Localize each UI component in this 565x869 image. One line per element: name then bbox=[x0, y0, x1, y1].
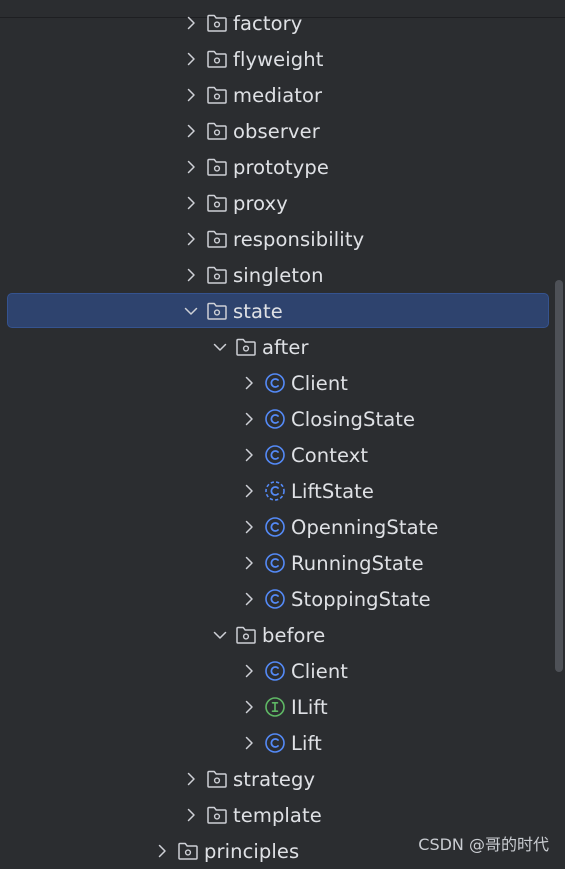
tree-row-client[interactable]: Client bbox=[0, 365, 565, 401]
tree-row-label: Client bbox=[291, 659, 349, 683]
tree-row-prototype[interactable]: prototype bbox=[0, 149, 565, 185]
class-icon bbox=[263, 659, 287, 683]
interface-icon bbox=[263, 695, 287, 719]
tree-row-context[interactable]: Context bbox=[0, 437, 565, 473]
package-folder-icon bbox=[205, 299, 229, 323]
chevron-right-icon[interactable] bbox=[181, 805, 201, 825]
tree-row-label: before bbox=[262, 623, 326, 647]
tree-row-label: StoppingState bbox=[291, 587, 431, 611]
chevron-right-icon[interactable] bbox=[152, 841, 172, 861]
chevron-right-icon[interactable] bbox=[239, 589, 259, 609]
chevron-right-icon[interactable] bbox=[239, 697, 259, 717]
tree-row-label: mediator bbox=[233, 83, 323, 107]
chevron-right-icon[interactable] bbox=[239, 373, 259, 393]
class-icon bbox=[263, 551, 287, 575]
chevron-right-icon[interactable] bbox=[181, 769, 201, 789]
tree-row-factory[interactable]: factory bbox=[0, 5, 565, 41]
chevron-right-icon[interactable] bbox=[181, 13, 201, 33]
package-folder-icon bbox=[205, 803, 229, 827]
tree-row-strategy[interactable]: strategy bbox=[0, 761, 565, 797]
chevron-down-icon[interactable] bbox=[181, 301, 201, 321]
tree-row-label: proxy bbox=[233, 191, 288, 215]
tree-row-state[interactable]: state bbox=[0, 293, 565, 329]
tree-row-proxy[interactable]: proxy bbox=[0, 185, 565, 221]
package-folder-icon bbox=[205, 263, 229, 287]
chevron-down-icon[interactable] bbox=[210, 625, 230, 645]
class-icon bbox=[263, 371, 287, 395]
tree-row-label: principles bbox=[204, 839, 300, 863]
tree-row-lift[interactable]: Lift bbox=[0, 725, 565, 761]
chevron-right-icon[interactable] bbox=[181, 265, 201, 285]
project-tree[interactable]: factory flyweight mediator observer prototyp… bbox=[0, 0, 565, 864]
class-icon bbox=[263, 587, 287, 611]
abstract-class-icon bbox=[263, 479, 287, 503]
vertical-scrollbar[interactable] bbox=[555, 280, 563, 672]
tree-row-runningstate[interactable]: RunningState bbox=[0, 545, 565, 581]
package-folder-icon bbox=[205, 191, 229, 215]
chevron-right-icon[interactable] bbox=[239, 553, 259, 573]
chevron-right-icon[interactable] bbox=[181, 157, 201, 177]
tree-row-ilift[interactable]: ILift bbox=[0, 689, 565, 725]
tree-row-closingstate[interactable]: ClosingState bbox=[0, 401, 565, 437]
package-folder-icon bbox=[205, 83, 229, 107]
tree-row-liftstate[interactable]: LiftState bbox=[0, 473, 565, 509]
chevron-right-icon[interactable] bbox=[181, 85, 201, 105]
chevron-right-icon[interactable] bbox=[181, 193, 201, 213]
chevron-right-icon[interactable] bbox=[181, 121, 201, 141]
tree-row-label: RunningState bbox=[291, 551, 424, 575]
chevron-right-icon[interactable] bbox=[239, 445, 259, 465]
tree-row-label: Context bbox=[291, 443, 369, 467]
tree-row-label: Client bbox=[291, 371, 349, 395]
tree-row-template[interactable]: template bbox=[0, 797, 565, 833]
tree-row-singleton[interactable]: singleton bbox=[0, 257, 565, 293]
tree-row-label: observer bbox=[233, 119, 320, 143]
class-icon bbox=[263, 515, 287, 539]
tree-row-label: flyweight bbox=[233, 47, 324, 71]
tree-row-label: prototype bbox=[233, 155, 329, 179]
package-folder-icon bbox=[176, 839, 200, 863]
tree-row-observer[interactable]: observer bbox=[0, 113, 565, 149]
chevron-right-icon[interactable] bbox=[181, 49, 201, 69]
class-icon bbox=[263, 407, 287, 431]
class-icon bbox=[263, 731, 287, 755]
tree-row-label: OpenningState bbox=[291, 515, 439, 539]
tree-row-label: ClosingState bbox=[291, 407, 416, 431]
tree-row-mediator[interactable]: mediator bbox=[0, 77, 565, 113]
watermark: CSDN @哥的时代 bbox=[418, 835, 549, 854]
chevron-down-icon[interactable] bbox=[210, 337, 230, 357]
package-folder-icon bbox=[205, 119, 229, 143]
tree-row-label: Lift bbox=[291, 731, 322, 755]
tree-row-label: ILift bbox=[291, 695, 328, 719]
tree-row-client[interactable]: Client bbox=[0, 653, 565, 689]
package-folder-icon bbox=[234, 623, 258, 647]
package-folder-icon bbox=[234, 335, 258, 359]
chevron-right-icon[interactable] bbox=[239, 517, 259, 537]
tree-row-before[interactable]: before bbox=[0, 617, 565, 653]
chevron-right-icon[interactable] bbox=[239, 661, 259, 681]
chevron-right-icon[interactable] bbox=[239, 481, 259, 501]
tree-row-label: LiftState bbox=[291, 479, 374, 503]
tree-row-label: state bbox=[233, 299, 283, 323]
tree-row-after[interactable]: after bbox=[0, 329, 565, 365]
chevron-right-icon[interactable] bbox=[239, 733, 259, 753]
tree-row-label: template bbox=[233, 803, 322, 827]
package-folder-icon bbox=[205, 227, 229, 251]
tree-row-label: factory bbox=[233, 11, 303, 35]
tree-row-label: responsibility bbox=[233, 227, 365, 251]
class-icon bbox=[263, 443, 287, 467]
tree-row-responsibility[interactable]: responsibility bbox=[0, 221, 565, 257]
tree-row-openningstate[interactable]: OpenningState bbox=[0, 509, 565, 545]
package-folder-icon bbox=[205, 767, 229, 791]
tree-row-flyweight[interactable]: flyweight bbox=[0, 41, 565, 77]
chevron-right-icon[interactable] bbox=[181, 229, 201, 249]
tree-row-label: after bbox=[262, 335, 309, 359]
tree-row-label: strategy bbox=[233, 767, 316, 791]
package-folder-icon bbox=[205, 11, 229, 35]
package-folder-icon bbox=[205, 155, 229, 179]
chevron-right-icon[interactable] bbox=[239, 409, 259, 429]
tree-row-label: singleton bbox=[233, 263, 324, 287]
tree-row-stoppingstate[interactable]: StoppingState bbox=[0, 581, 565, 617]
package-folder-icon bbox=[205, 47, 229, 71]
